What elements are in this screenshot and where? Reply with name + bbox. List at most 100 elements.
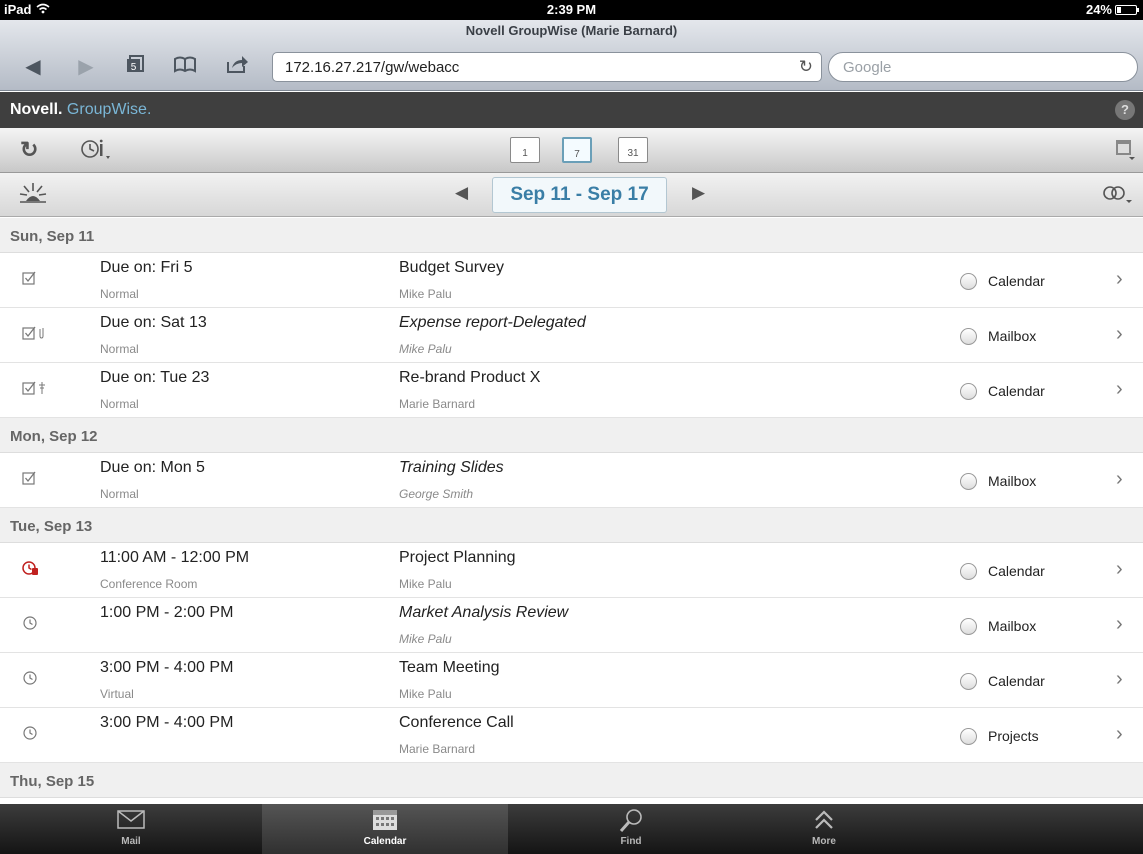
tab-label: Find [620, 836, 642, 847]
item-time: 3:00 PM - 4:00 PM [100, 714, 234, 731]
item-folder: Mailbox [988, 618, 1037, 634]
new-appointment-icon[interactable] [80, 138, 114, 168]
back-icon[interactable]: ◀ [20, 54, 46, 80]
item-place: Virtual [100, 687, 134, 701]
page-title: Novell GroupWise (Marie Barnard) [465, 23, 678, 38]
item-from: Mike Palu [399, 632, 452, 646]
month-view-button[interactable]: 31 [618, 137, 648, 163]
calendar-item-row[interactable]: 3:00 PM - 4:00 PM Virtual Team Meeting Mike… [0, 653, 1143, 708]
chevron-right-icon[interactable]: › [1116, 668, 1123, 691]
item-place: Conference Room [100, 577, 198, 591]
item-time: Due on: Mon 5 [100, 459, 205, 476]
item-select-radio[interactable] [960, 563, 977, 580]
mail-icon [0, 808, 262, 834]
url-text: 172.16.27.217/gw/webacc [285, 59, 460, 76]
tab-label: Mail [121, 836, 141, 847]
browser-chrome: Novell GroupWise (Marie Barnard) ◀ ▶ 5 1… [0, 20, 1143, 91]
task-icon [22, 270, 48, 290]
filter-icon[interactable] [1100, 183, 1134, 213]
day-header: Tue, Sep 13 [0, 508, 1143, 543]
reload-icon[interactable]: ↻ [799, 57, 813, 77]
item-folder: Calendar [988, 273, 1045, 289]
appointment-icon [22, 725, 48, 745]
brand-groupwise: GroupWise. [66, 101, 152, 118]
item-from: Mike Palu [399, 577, 452, 591]
tab-calendar[interactable]: Calendar [262, 804, 508, 854]
item-folder: Mailbox [988, 328, 1037, 344]
tab-more[interactable]: More [754, 804, 894, 854]
chevron-right-icon[interactable]: › [1116, 723, 1123, 746]
item-time: 1:00 PM - 2:00 PM [100, 604, 234, 621]
battery-icon [1115, 4, 1139, 15]
day-header: Thu, Sep 15 [0, 763, 1143, 798]
item-place: Normal [100, 287, 139, 301]
item-folder: Calendar [988, 673, 1045, 689]
month-view-label: 31 [627, 148, 639, 159]
item-select-radio[interactable] [960, 328, 977, 345]
item-time: 11:00 AM - 12:00 PM [100, 549, 250, 566]
battery-percent: 24% [1085, 2, 1112, 17]
calendar-item-row[interactable]: Due on: Tue 23 Normal Re-brand Product X Ma… [0, 363, 1143, 418]
search-field[interactable]: Google [828, 52, 1138, 82]
help-button[interactable]: ? [1115, 100, 1135, 120]
item-from: Mike Palu [399, 687, 452, 701]
item-select-radio[interactable] [960, 673, 977, 690]
item-from: Mike Palu [399, 342, 452, 356]
bookmarks-icon[interactable] [172, 54, 198, 80]
more-icon [754, 808, 894, 834]
item-time: 3:00 PM - 4:00 PM [100, 659, 234, 676]
chevron-right-icon[interactable]: › [1116, 468, 1123, 491]
refresh-icon[interactable]: ↻ [20, 137, 38, 163]
brand-novell: Novell. [10, 101, 63, 118]
item-select-radio[interactable] [960, 473, 977, 490]
chevron-right-icon[interactable]: › [1116, 323, 1123, 346]
week-view-label: 7 [574, 149, 580, 160]
item-folder: Mailbox [988, 473, 1037, 489]
appointment-urgent-icon [22, 560, 48, 580]
calendar-item-row[interactable]: Due on: Sat 13 Normal Expense report-Deleg… [0, 308, 1143, 363]
tabs-icon[interactable]: 5 [122, 54, 148, 80]
item-subject: Conference Call [399, 714, 514, 731]
day-header: Mon, Sep 12 [0, 418, 1143, 453]
calendar-item-row[interactable]: 1:00 PM - 2:00 PM Market Analysis Review M… [0, 598, 1143, 653]
calendar-item-row[interactable]: 11:00 AM - 12:00 PM Conference Room Projec… [0, 543, 1143, 598]
item-from: Marie Barnard [399, 397, 476, 411]
day-view-button[interactable]: 1 [510, 137, 540, 163]
date-range-button[interactable]: Sep 11 - Sep 17 [492, 177, 667, 213]
previous-week-icon[interactable]: ◀ [455, 183, 468, 203]
item-folder: Projects [988, 728, 1039, 744]
item-select-radio[interactable] [960, 728, 977, 745]
today-icon[interactable] [18, 181, 48, 213]
status-bar: iPad 2:39 PM 24% [0, 0, 1143, 20]
appointment-icon [22, 615, 48, 635]
tab-label: Calendar [363, 836, 407, 847]
calendar-item-row[interactable]: Due on: Mon 5 Normal Training Slides George… [0, 453, 1143, 508]
chevron-right-icon[interactable]: › [1116, 268, 1123, 291]
url-field[interactable]: 172.16.27.217/gw/webacc ↻ [272, 52, 822, 82]
item-subject: Budget Survey [399, 259, 504, 276]
tab-mail[interactable]: Mail [0, 804, 262, 854]
task-attachment-icon [22, 325, 48, 345]
share-icon[interactable] [224, 54, 250, 80]
day-view-label: 1 [522, 148, 528, 159]
appointment-icon [22, 670, 48, 690]
item-select-radio[interactable] [960, 618, 977, 635]
item-folder: Calendar [988, 563, 1045, 579]
next-week-icon[interactable]: ▶ [692, 183, 705, 203]
item-select-radio[interactable] [960, 383, 977, 400]
forward-icon[interactable]: ▶ [73, 54, 99, 80]
item-place: Normal [100, 487, 139, 501]
calendar-list-icon[interactable] [1114, 138, 1136, 166]
item-time: Due on: Sat 13 [100, 314, 207, 331]
week-view-button[interactable]: 7 [562, 137, 592, 163]
calendar-item-row[interactable]: 3:00 PM - 4:00 PM Conference Call Marie Ba… [0, 708, 1143, 763]
chevron-right-icon[interactable]: › [1116, 378, 1123, 401]
calendar-item-row[interactable]: Due on: Fri 5 Normal Budget Survey Mike Pal… [0, 253, 1143, 308]
tab-find[interactable]: Find [508, 804, 754, 854]
status-time: 2:39 PM [546, 2, 597, 17]
chevron-right-icon[interactable]: › [1116, 558, 1123, 581]
tab-label: More [812, 836, 836, 847]
item-select-radio[interactable] [960, 273, 977, 290]
chevron-right-icon[interactable]: › [1116, 613, 1123, 636]
item-from: Mike Palu [399, 287, 452, 301]
